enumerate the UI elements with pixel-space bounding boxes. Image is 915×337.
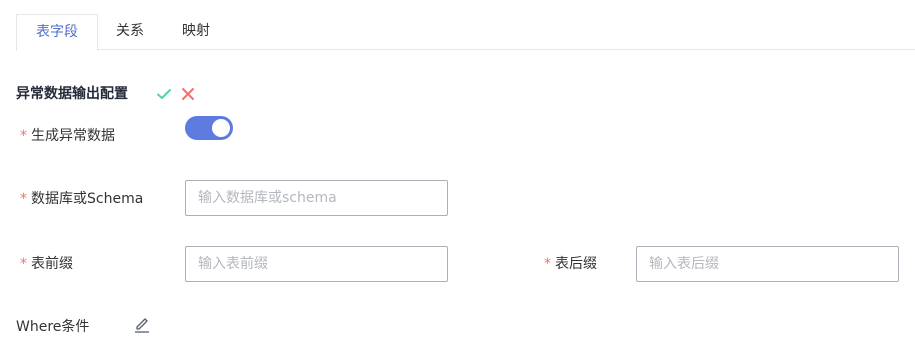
tab-relations[interactable]: 关系 — [116, 14, 144, 50]
table-suffix-label: * 表后缀 — [544, 254, 597, 274]
tab-bar: 表字段 关系 映射 — [16, 14, 915, 51]
tab-mapping[interactable]: 映射 — [182, 14, 210, 50]
required-mark: * — [20, 128, 27, 144]
toggle-knob — [212, 119, 230, 137]
table-prefix-input[interactable] — [185, 246, 448, 282]
required-mark: * — [20, 191, 27, 207]
table-prefix-label-text: 表前缀 — [31, 256, 73, 272]
table-suffix-input[interactable] — [636, 246, 899, 282]
close-icon[interactable] — [180, 86, 196, 102]
tab-table-fields[interactable]: 表字段 — [16, 14, 98, 51]
schema-label-text: 数据库或Schema — [31, 191, 144, 207]
table-suffix-label-text: 表后缀 — [555, 256, 597, 272]
generate-error-data-label-text: 生成异常数据 — [31, 128, 115, 144]
schema-input[interactable] — [185, 180, 448, 216]
check-icon[interactable] — [156, 86, 172, 102]
table-prefix-label: * 表前缀 — [20, 254, 73, 274]
edit-icon[interactable] — [133, 316, 151, 334]
required-mark: * — [20, 256, 27, 272]
where-condition-label: Where条件 — [16, 319, 90, 335]
schema-label: * 数据库或Schema — [20, 189, 143, 209]
generate-error-data-toggle[interactable] — [185, 116, 233, 140]
section-title: 异常数据输出配置 — [16, 86, 128, 102]
generate-error-data-label: * 生成异常数据 — [20, 126, 115, 146]
required-mark: * — [544, 256, 551, 272]
